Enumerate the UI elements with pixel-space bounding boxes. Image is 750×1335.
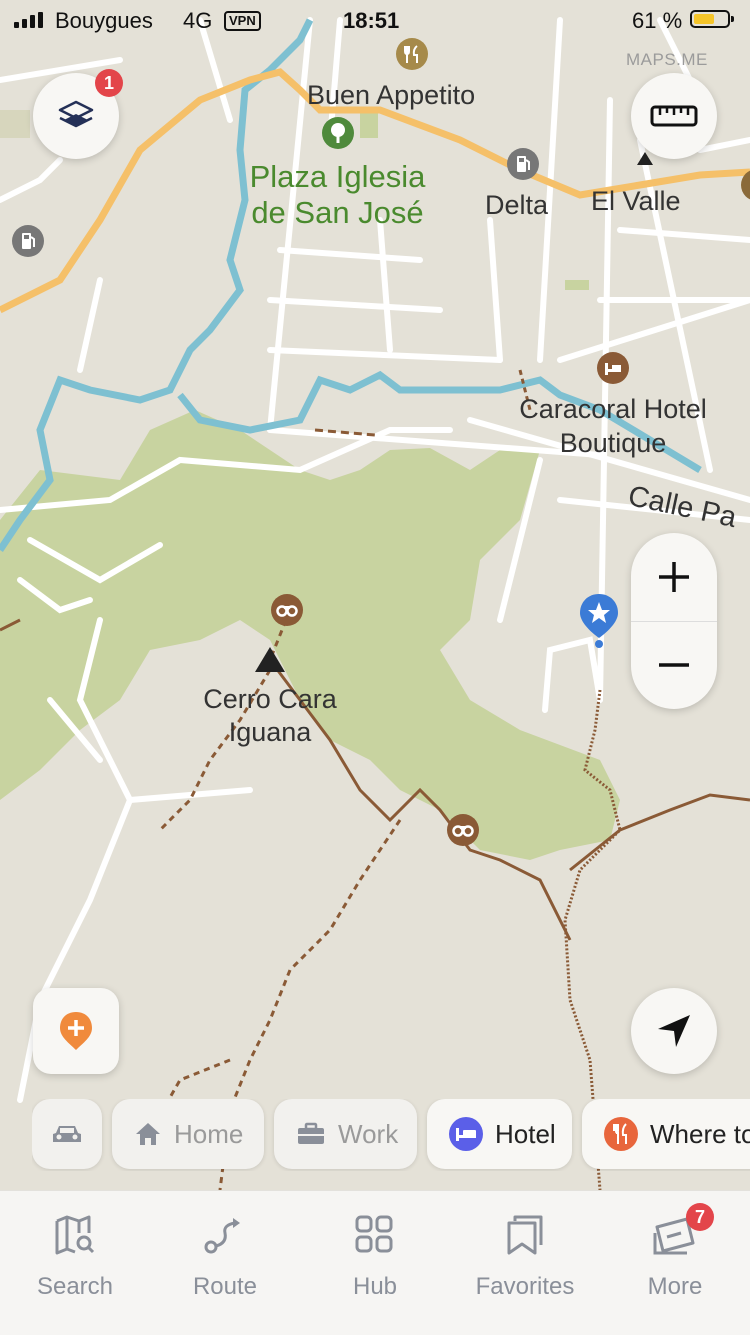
- chip-work-label: Work: [338, 1118, 399, 1149]
- viewpoint-binoculars-icon[interactable]: [270, 593, 304, 632]
- fuel-station-icon-2[interactable]: [11, 224, 45, 263]
- label-delta[interactable]: Delta: [485, 190, 548, 221]
- layers-badge: 1: [95, 69, 123, 97]
- label-cerro-line2[interactable]: Iguana: [180, 717, 360, 748]
- park-tree-icon[interactable]: [321, 116, 355, 155]
- zoom-control: [631, 533, 717, 709]
- maps-me-watermark: MAPS.ME: [626, 50, 708, 69]
- bookmarks-icon: [507, 1215, 543, 1255]
- label-caracoral-line2[interactable]: Boutique: [498, 428, 728, 459]
- label-buen-appetito[interactable]: Buen Appetito: [307, 80, 475, 111]
- more-badge: 7: [686, 1203, 714, 1231]
- bottom-tab-bar: Search Route Hub Favorites 7 More: [0, 1190, 750, 1335]
- grid-icon: [355, 1215, 393, 1253]
- add-place-button[interactable]: [33, 988, 119, 1074]
- restaurant-icon[interactable]: [395, 37, 429, 76]
- home-icon: [136, 1123, 160, 1145]
- route-icon: [204, 1218, 240, 1254]
- label-cerro-line1[interactable]: Cerro Cara: [180, 684, 360, 715]
- zoom-out-button[interactable]: [631, 621, 717, 709]
- tab-favorites[interactable]: Favorites: [450, 1211, 600, 1301]
- ruler-icon: [650, 105, 698, 127]
- chip-work[interactable]: Work: [274, 1099, 417, 1169]
- ruler-button[interactable]: [631, 73, 717, 159]
- add-place-icon: [60, 1012, 92, 1050]
- label-plaza-line1[interactable]: Plaza Iglesia: [235, 159, 440, 195]
- tab-more-label: More: [647, 1273, 703, 1300]
- bed-icon: [449, 1117, 483, 1151]
- tab-hub-label: Hub: [352, 1273, 398, 1300]
- carrier-name: Bouygues: [55, 8, 153, 33]
- fuel-station-icon[interactable]: [506, 147, 540, 186]
- chip-home-label: Home: [174, 1118, 244, 1149]
- viewpoint-binoculars-icon-2[interactable]: [446, 813, 480, 852]
- network-type: 4G: [183, 8, 213, 33]
- layers-icon: [58, 100, 94, 128]
- tab-route-label: Route: [192, 1273, 258, 1300]
- chip-hotel[interactable]: Hotel: [427, 1099, 572, 1169]
- car-icon: [53, 1126, 81, 1142]
- battery-icon: [690, 10, 734, 28]
- plus-icon: [659, 562, 689, 592]
- vpn-indicator: VPN: [224, 11, 261, 31]
- label-el-valle[interactable]: El Valle: [591, 186, 681, 217]
- label-plaza-line2[interactable]: de San José: [235, 195, 440, 231]
- peak-icon[interactable]: [253, 645, 287, 678]
- zoom-in-button[interactable]: [631, 533, 717, 621]
- status-bar: Bouygues 4G VPN 18:51 61 %: [0, 0, 750, 40]
- minus-icon: [659, 663, 689, 667]
- briefcase-icon: [298, 1122, 324, 1144]
- poi-edge-icon: [740, 168, 750, 207]
- cutlery-icon: [604, 1117, 638, 1151]
- tab-more[interactable]: 7 More: [600, 1203, 750, 1301]
- chip-hotel-label: Hotel: [495, 1118, 556, 1149]
- clock: 18:51: [343, 8, 400, 33]
- label-caracoral-line1[interactable]: Caracoral Hotel: [498, 394, 728, 425]
- tab-hub[interactable]: Hub: [300, 1211, 450, 1301]
- battery-percent: 61 %: [632, 8, 683, 33]
- tab-search-label: Search: [36, 1273, 114, 1300]
- hotel-icon[interactable]: [596, 351, 630, 390]
- chip-home[interactable]: Home: [112, 1099, 264, 1169]
- chip-where-to-eat-label: Where to eat: [650, 1118, 750, 1149]
- my-location-button[interactable]: [631, 988, 717, 1074]
- navigation-arrow-icon: [658, 1015, 690, 1047]
- chip-where-to-eat[interactable]: Where to eat: [582, 1099, 750, 1169]
- chip-car[interactable]: [32, 1099, 102, 1169]
- bookmark-star-pin-icon[interactable]: [578, 592, 620, 655]
- map-search-icon: [55, 1215, 95, 1255]
- tab-favorites-label: Favorites: [475, 1273, 575, 1300]
- quick-search-chips: Home Work Hotel Where to eat: [32, 1099, 750, 1171]
- signal-icon: [14, 12, 43, 28]
- tab-route[interactable]: Route: [150, 1211, 300, 1301]
- tab-search[interactable]: Search: [0, 1211, 150, 1301]
